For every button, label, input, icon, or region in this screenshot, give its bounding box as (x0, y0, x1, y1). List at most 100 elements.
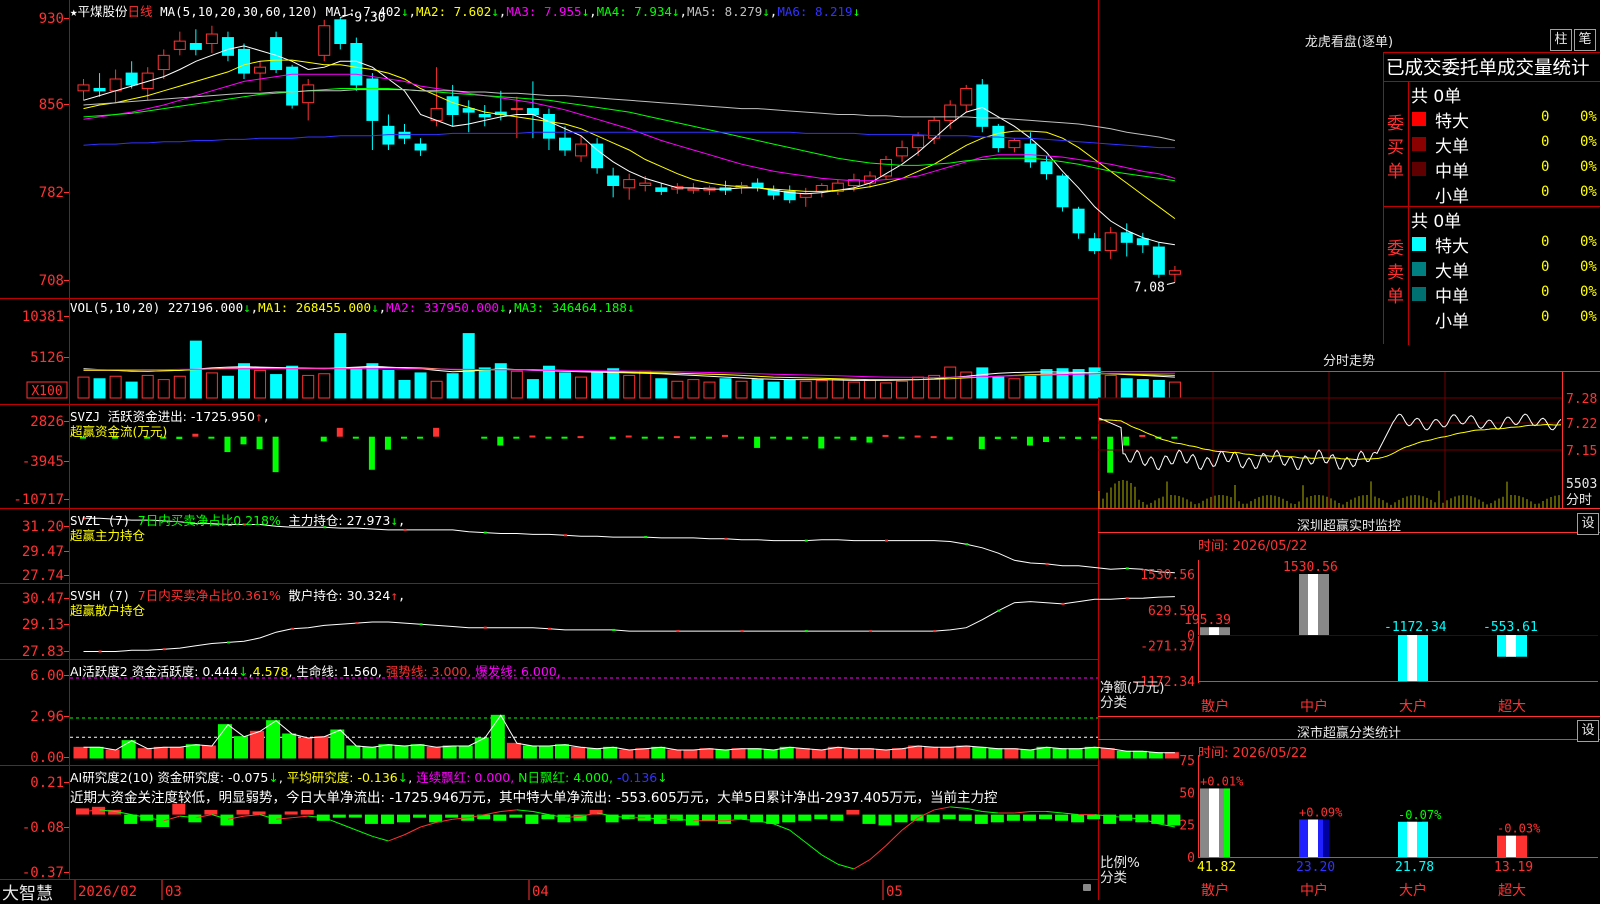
price-axis-ticks: 930 856 782 708 (39, 11, 69, 289)
volume-bar (767, 381, 780, 399)
research-line-segment (340, 823, 357, 831)
volume-bar (1104, 374, 1117, 399)
volume-bar (735, 380, 748, 399)
sz-monitor-ylabel: 净额(万元) (1100, 680, 1165, 696)
volume-bar (639, 370, 652, 399)
svzj-bar (545, 436, 552, 439)
classify-y-tick: 25 (1179, 819, 1195, 834)
svzj-bar (930, 436, 937, 439)
activity-bar (89, 746, 104, 759)
order-type-swatch (1412, 137, 1426, 151)
research-line-segment (516, 809, 533, 812)
activity-bar (747, 748, 762, 759)
research-bar (1071, 814, 1085, 823)
svzj-bar (513, 436, 520, 439)
research-line-segment (934, 806, 951, 811)
candle-body (1008, 140, 1021, 149)
svzj-bar (689, 436, 696, 439)
volume-bar (912, 376, 925, 399)
order-count: 0 (1541, 159, 1550, 175)
research-line-segment (388, 834, 405, 842)
svzj-bar (320, 436, 327, 442)
candle-body (398, 131, 411, 139)
volume-bar (783, 379, 796, 399)
candle-body (639, 182, 652, 186)
research-bar (348, 814, 362, 818)
volume-bar (1120, 378, 1133, 399)
svsh-tick-mark (98, 650, 102, 653)
svzl-part1: 7日内买卖净占比0.218% (137, 513, 281, 528)
lock-icon[interactable] (1083, 884, 1091, 891)
sz-classify-xlabel: 分类 (1100, 870, 1127, 886)
monitor-value-label: -553.61 (1483, 620, 1538, 635)
vol-panel-title: VOL(5,10,20) 227196.000↓,MA1: 268455.000… (70, 300, 635, 315)
svzj-bar (401, 436, 407, 439)
research-line-segment (805, 842, 823, 856)
y-tick-label: 856 (39, 97, 64, 113)
tick-mode-button[interactable]: 笔 (1574, 29, 1596, 51)
ai-research-arrow1: ↓ (268, 770, 279, 785)
classify-y-tick: 75 (1179, 754, 1195, 769)
activity-bar (1132, 750, 1147, 759)
ma-indicator: MA(5,10,20,30,60,120) (160, 4, 319, 19)
candle-body (173, 40, 186, 50)
research-line-segment (404, 826, 421, 836)
research-line-segment (243, 814, 261, 817)
bar-mode-button[interactable]: 柱 (1550, 29, 1572, 51)
research-line-segment (484, 810, 501, 816)
intraday-y-tick: 7.28 (1566, 392, 1597, 407)
order-stats-header: 已成交委托单成交量统计 (1386, 58, 1590, 79)
svzj-bar (1043, 436, 1049, 443)
order-count: 0 (1541, 234, 1550, 250)
candle-body (205, 33, 218, 44)
side-total: 共 0单 (1411, 87, 1462, 107)
svsh-tick-mark (419, 623, 423, 626)
research-bar (798, 814, 812, 821)
monitor-value-label: 1530.56 (1283, 560, 1338, 575)
order-pct: 0% (1580, 284, 1597, 300)
classify-change-label: -0.07% (1398, 808, 1442, 822)
ma-value-label: MA1: 7.402 (325, 4, 401, 19)
candle-body (1056, 175, 1069, 208)
monitor-category-label: 中户 (1300, 698, 1328, 715)
activity-bar (282, 733, 297, 759)
activity-bar (715, 749, 730, 759)
svzj-bar (272, 436, 279, 473)
classify-category-label: 散户 (1201, 882, 1229, 899)
y-tick-label: 0.00 (30, 750, 64, 766)
sz-classify-date: 时间: 2026/05/22 (1198, 746, 1308, 761)
classify-category-label: 中户 (1300, 882, 1328, 899)
svsh-tick-mark (162, 648, 166, 651)
research-line-segment (372, 835, 389, 842)
vol-value-arrow: ↓ (371, 300, 379, 315)
activity-bar (442, 745, 457, 759)
order-pct: 0% (1580, 134, 1597, 150)
order-type-name: 特大 (1435, 237, 1469, 257)
svsh-tick-mark (1061, 602, 1065, 605)
stock-name[interactable]: 平煤股份 (78, 4, 128, 19)
activity-bar (346, 745, 361, 759)
research-line-segment (1062, 812, 1079, 816)
order-type-name: 大单 (1435, 262, 1469, 282)
sz-monitor-title: 深圳超赢实时监控 (1296, 519, 1401, 534)
period-label[interactable]: 日线 (128, 4, 153, 19)
sz-monitor-settings-button[interactable]: 设 (1577, 513, 1599, 535)
svzj-bar (352, 436, 359, 439)
monitor-value-label: -1172.34 (1384, 620, 1447, 635)
research-bar (300, 809, 314, 815)
vol-indicator: VOL(5,10,20) (70, 300, 161, 315)
candle-body (125, 72, 138, 86)
svsh-tick-mark (740, 630, 744, 633)
volume-bar (623, 374, 636, 399)
classify-bar-highlight (1209, 788, 1219, 857)
svzl-tick-mark (724, 537, 728, 540)
volume-bar (526, 379, 539, 399)
activity-bar (1084, 746, 1099, 759)
research-bar (926, 814, 940, 823)
activity-bar (314, 736, 329, 759)
volume-bar (1056, 368, 1069, 399)
volume-bar (350, 368, 363, 399)
sz-classify-settings-button[interactable]: 设 (1577, 720, 1599, 742)
order-pct: 0% (1580, 109, 1597, 125)
intraday-vol-label: 5503 (1566, 477, 1597, 492)
